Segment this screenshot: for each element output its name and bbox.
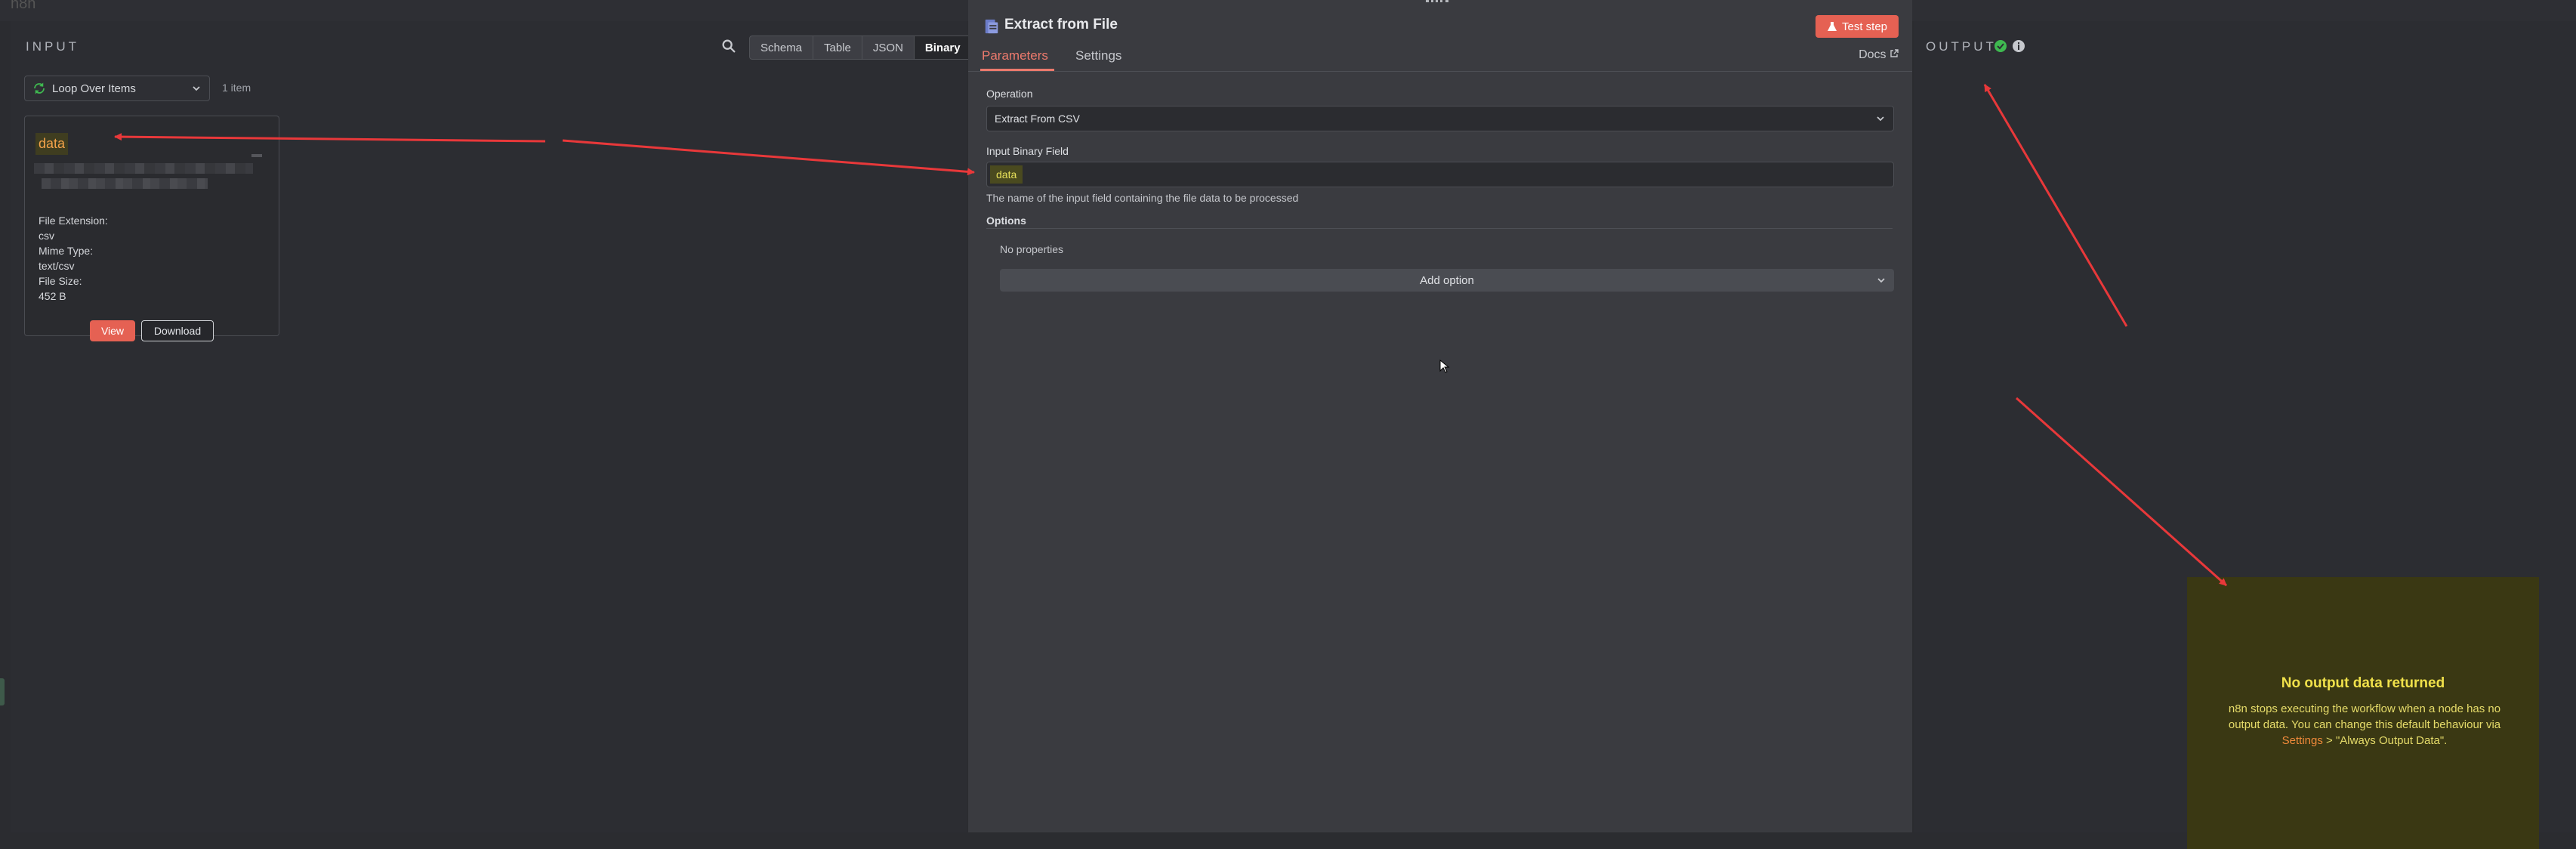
app-logo: n8n — [11, 0, 36, 12]
tab-parameters[interactable]: Parameters — [982, 48, 1048, 63]
no-output-notice: No output data returned n8n stops execut… — [2187, 577, 2539, 849]
chevron-down-icon — [193, 86, 200, 91]
operation-label: Operation — [986, 88, 1033, 100]
tab-schema[interactable]: Schema — [750, 36, 814, 59]
file-size-label: File Size: — [39, 275, 82, 287]
no-output-message-part2: > "Always Output Data". — [2322, 734, 2448, 747]
input-panel: INPUT Schema Table JSON Binary Loop Over… — [11, 21, 972, 832]
node-parameters-panel: Extract from File Test step Parameters S… — [968, 0, 1912, 832]
info-icon[interactable] — [2012, 39, 2025, 53]
options-label: Options — [986, 215, 1026, 227]
side-collapse-tab[interactable] — [0, 678, 5, 705]
no-output-title: No output data returned — [2281, 675, 2445, 691]
input-binary-field-value: data — [990, 165, 1023, 184]
docs-label: Docs — [1859, 48, 1886, 61]
check-circle-icon — [1994, 40, 2007, 52]
add-option-button[interactable]: Add option — [1000, 269, 1894, 292]
input-source-value: Loop Over Items — [52, 82, 136, 95]
blurred-directory — [42, 178, 208, 189]
test-step-label: Test step — [1841, 20, 1888, 33]
view-button[interactable]: View — [90, 320, 135, 341]
test-step-button[interactable]: Test step — [1816, 15, 1899, 38]
download-button[interactable]: Download — [141, 320, 214, 341]
item-count: 1 item — [222, 82, 251, 94]
no-output-message: n8n stops executing the workflow when a … — [2217, 701, 2512, 749]
tab-json[interactable]: JSON — [862, 36, 915, 59]
operation-value: Extract From CSV — [995, 113, 1080, 125]
file-extension-label: File Extension: — [39, 215, 108, 227]
binary-item-card: data File Extension: csv Mime Type: text… — [24, 116, 279, 341]
output-panel-title: OUTPUT — [1926, 39, 1997, 54]
tab-binary[interactable]: Binary — [914, 36, 971, 59]
mime-type-value: text/csv — [39, 260, 75, 272]
docs-link[interactable]: Docs — [1859, 48, 1899, 62]
flask-icon — [1827, 22, 1837, 31]
node-tabs: Parameters Settings Docs — [968, 44, 1912, 72]
file-size-value: 452 B — [39, 290, 66, 302]
file-extension-value: csv — [39, 230, 54, 242]
chevron-down-icon — [1877, 116, 1884, 122]
node-title: Extract from File — [1004, 17, 1118, 32]
active-tab-indicator — [980, 69, 1054, 71]
loop-icon — [34, 82, 45, 94]
settings-link[interactable]: Settings — [2282, 734, 2323, 747]
no-output-message-part1: n8n stops executing the workflow when a … — [2228, 702, 2501, 731]
input-binary-field-label: Input Binary Field — [986, 145, 1069, 157]
cursor-icon — [1439, 360, 1450, 373]
tab-table[interactable]: Table — [813, 36, 862, 59]
input-panel-title: INPUT — [26, 39, 79, 54]
add-option-label: Add option — [1420, 273, 1474, 287]
input-source-select[interactable]: Loop Over Items — [24, 76, 210, 101]
output-panel: OUTPUT No output data returned n8n stops… — [1914, 21, 2576, 849]
external-link-icon — [1890, 49, 1899, 57]
blurred-file-name — [34, 163, 253, 174]
input-binary-field-input[interactable]: data — [986, 162, 1894, 187]
mime-type-label: Mime Type: — [39, 245, 94, 257]
input-binary-field-hint: The name of the input field containing t… — [986, 192, 1299, 204]
options-divider — [986, 228, 1893, 229]
no-properties-text: No properties — [1000, 243, 1064, 255]
operation-select[interactable]: Extract From CSV — [986, 106, 1894, 131]
file-extract-icon — [985, 19, 998, 34]
drag-handle[interactable] — [1426, 0, 1448, 7]
blurred-mark — [251, 154, 262, 157]
display-mode-tabs: Schema Table JSON Binary — [749, 36, 972, 60]
binary-property-name: data — [35, 133, 69, 155]
tab-settings[interactable]: Settings — [1075, 48, 1121, 63]
search-icon[interactable] — [720, 38, 737, 54]
chevron-down-icon — [1877, 278, 1885, 283]
